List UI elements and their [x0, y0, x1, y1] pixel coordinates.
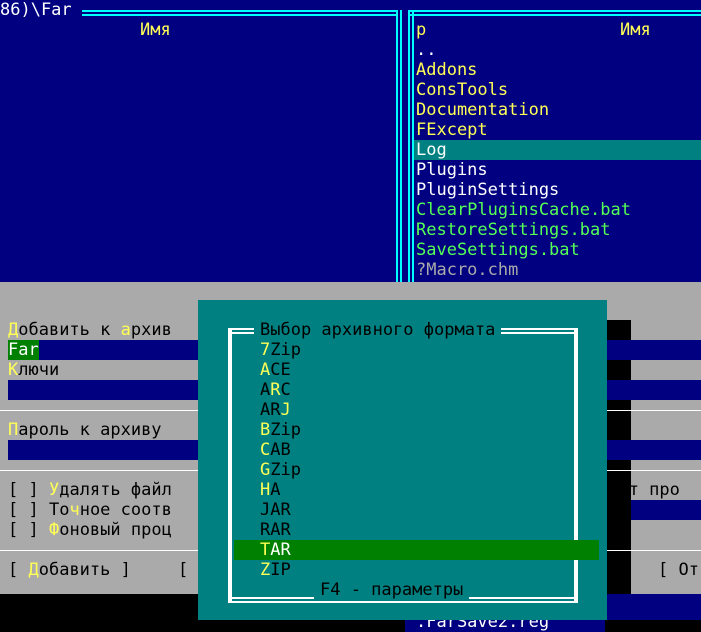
file-list-item[interactable]: Addons — [416, 60, 477, 80]
right-button-bracket[interactable]: ] — [620, 560, 630, 580]
file-list-item[interactable]: ClearPluginsCache.bat — [416, 200, 631, 220]
delete-files-checkbox[interactable]: [ ] Удалять файл — [8, 480, 172, 500]
file-list-item[interactable]: Documentation — [416, 100, 549, 120]
current-path: 86)\Far — [0, 0, 72, 20]
format-item[interactable]: GZip — [260, 460, 301, 480]
format-item[interactable]: ACE — [260, 360, 291, 380]
format-item[interactable]: ARJ — [260, 400, 291, 420]
left-panel-top-border — [82, 10, 398, 16]
priority-field-partial[interactable] — [631, 500, 701, 520]
right-sort-indicator[interactable]: p — [416, 20, 426, 40]
format-item[interactable]: BZip — [260, 420, 301, 440]
file-list-item[interactable]: Plugins — [416, 160, 488, 180]
menu-footer: F4 - параметры — [314, 580, 470, 600]
password-label: Пароль к архиву — [8, 420, 162, 440]
format-item[interactable]: RAR — [260, 520, 291, 540]
format-item[interactable]: CAB — [260, 440, 291, 460]
format-item[interactable]: HA — [260, 480, 281, 500]
file-list-item[interactable]: .. — [416, 40, 436, 60]
file-list-item[interactable]: RestoreSettings.bat — [416, 220, 610, 240]
exact-match-checkbox[interactable]: [ ] Точное соотв — [8, 500, 172, 520]
right-column-header[interactable]: Имя — [620, 20, 651, 40]
file-list-item[interactable]: ConsTools — [416, 80, 508, 100]
middle-button-partial[interactable]: [ — [178, 560, 188, 580]
right-panel-bottom-strip: .FarSave2.reg — [405, 620, 605, 632]
file-list-item[interactable]: ?Macro.chm — [416, 260, 518, 280]
background-process-checkbox[interactable]: [ ] Фоновый проц — [8, 520, 172, 540]
format-item[interactable]: ZIP — [260, 560, 291, 580]
format-item[interactable]: 7Zip — [260, 340, 301, 360]
file-list-item[interactable]: SaveSettings.bat — [416, 240, 580, 260]
right-label-partial: ий — [607, 500, 628, 520]
format-item[interactable]: JAR — [260, 500, 291, 520]
cancel-button-partial[interactable]: [ От — [658, 560, 699, 580]
keys-label: Ключи — [8, 360, 60, 380]
file-list-item[interactable]: Log — [414, 140, 701, 160]
file-list-item[interactable]: PluginSettings — [416, 180, 559, 200]
priority-label-partial: итет про — [598, 480, 680, 500]
archive-format-menu: Выбор архивного формата F4 - параметры 7… — [198, 300, 607, 620]
right-panel-top-border — [408, 10, 701, 16]
left-file-panel[interactable] — [0, 0, 405, 282]
dialog-shadow — [607, 320, 631, 632]
menu-title: Выбор архивного формата — [254, 320, 502, 340]
add-button[interactable]: [ Добавить ] — [8, 560, 131, 580]
left-column-header[interactable]: Имя — [140, 20, 171, 40]
format-item[interactable]: TAR — [234, 540, 599, 560]
archive-name-value: Far — [8, 340, 39, 360]
file-list-item[interactable]: FExcept — [416, 120, 488, 140]
format-item[interactable]: ARC — [260, 380, 291, 400]
menu-frame-right — [574, 328, 578, 603]
add-to-archive-label: Добавить к архив — [8, 320, 172, 340]
partial-file-name[interactable]: .FarSave2.reg — [416, 620, 549, 632]
menu-frame-left — [228, 328, 232, 603]
left-panel-right-border — [396, 10, 402, 282]
